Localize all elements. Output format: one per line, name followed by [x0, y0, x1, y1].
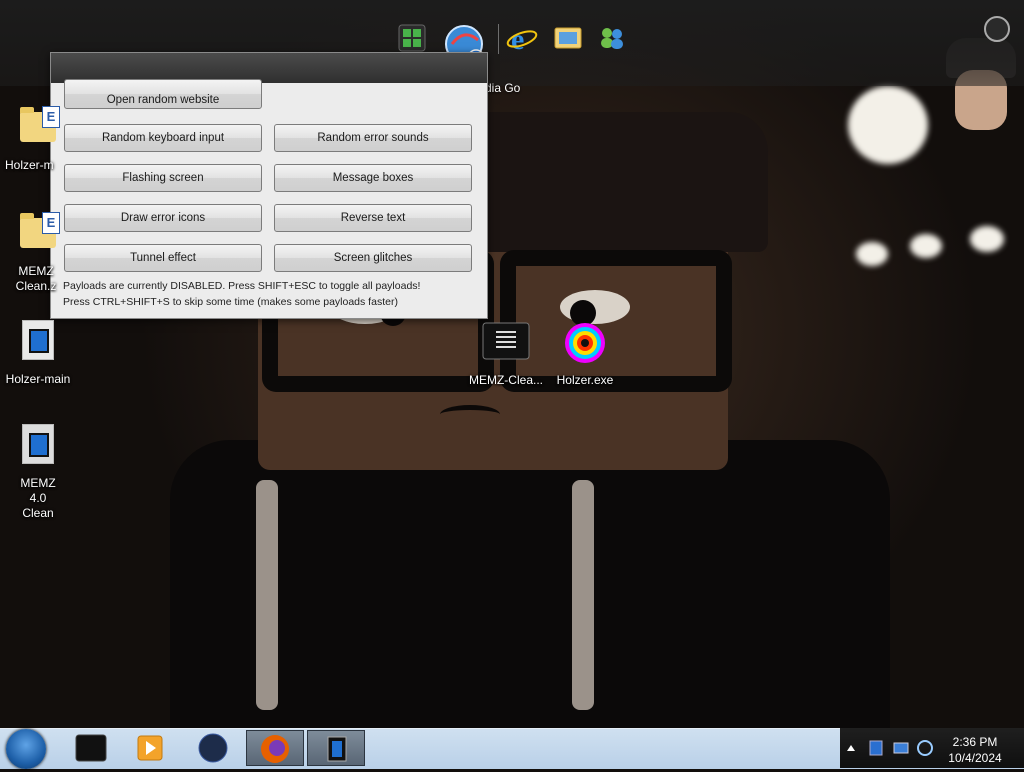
folder-icon: E — [20, 212, 60, 248]
terminal-icon — [75, 734, 107, 762]
photo-viewer-icon[interactable] — [552, 22, 584, 54]
open-random-website-button[interactable]: Open random website — [64, 79, 262, 109]
wallpaper-drawstring — [572, 480, 594, 710]
payload-status-text: Payloads are currently DISABLED. Press S… — [63, 280, 421, 292]
media-player-icon — [137, 735, 163, 761]
tray-monitor-icon[interactable] — [892, 739, 910, 757]
taskbar-app-terminal[interactable] — [62, 730, 120, 766]
random-keyboard-input-button[interactable]: Random keyboard input — [64, 124, 262, 152]
wallpaper-mouth — [440, 405, 500, 424]
reverse-text-button[interactable]: Reverse text — [274, 204, 472, 232]
clock-time[interactable]: 2:36 PM — [940, 735, 1010, 749]
desktop-icon-label: Holzer-m — [5, 158, 54, 172]
tray-network-icon[interactable] — [868, 739, 884, 757]
desktop-icon-memz-clean-exe[interactable]: MEMZ-Clea... — [466, 322, 546, 388]
taskbar-app-firefox-blue[interactable] — [184, 730, 242, 766]
tray-volume-icon[interactable] — [916, 739, 934, 757]
screen-glitches-button[interactable]: Screen glitches — [274, 244, 472, 272]
clock-date[interactable]: 10/4/2024 — [940, 751, 1010, 765]
wallpaper-light — [970, 226, 1004, 252]
firefox-dark-icon — [198, 733, 228, 763]
desktop-icon-memz-clean[interactable]: MEMZ 4.0 Clean — [0, 424, 78, 521]
desktop-icon-label: Holzer-main — [5, 372, 71, 386]
console-icon — [482, 322, 530, 360]
desktop-icon-holzer-main[interactable]: Holzer-main — [0, 320, 78, 387]
memz-payload-dialog: Open random website Random keyboard inpu… — [50, 52, 488, 319]
flashing-screen-button[interactable]: Flashing screen — [64, 164, 262, 192]
gadget-toolbox-icon[interactable] — [984, 16, 1010, 42]
desktop-icon-label: MEMZ Clean.z — [15, 264, 57, 293]
dock-separator — [498, 24, 499, 54]
random-error-sounds-button[interactable]: Random error sounds — [274, 124, 472, 152]
application-icon — [22, 320, 54, 360]
start-button-icon[interactable] — [6, 729, 46, 769]
desktop-icon-holzer-folder[interactable]: E Holzer-m — [0, 106, 78, 173]
calculator-icon[interactable] — [396, 22, 428, 54]
desktop-icon-memz-clean-zip[interactable]: E MEMZ Clean.z — [0, 212, 78, 294]
application-icon — [22, 424, 54, 464]
firefox-icon — [261, 735, 289, 763]
taskbar-app-memz[interactable] — [307, 730, 365, 766]
desktop-icon-label: MEMZ 4.0 Clean — [20, 476, 56, 520]
desktop-icon-label: Holzer.exe — [556, 373, 614, 387]
wallpaper-light — [848, 86, 928, 164]
internet-explorer-icon[interactable]: e — [506, 22, 538, 54]
wallpaper-light — [856, 242, 888, 266]
wallpaper-light — [910, 234, 942, 258]
wallpaper-drawstring — [256, 480, 278, 710]
folder-icon: E — [20, 106, 60, 142]
wallpaper-hoodie — [170, 440, 890, 740]
show-hidden-icons-icon[interactable] — [844, 740, 858, 756]
desktop-icon-label: MEMZ-Clea... — [468, 373, 543, 387]
draw-error-icons-button[interactable]: Draw error icons — [64, 204, 262, 232]
taskbar-app-media-player[interactable] — [122, 730, 180, 766]
svg-text:e: e — [511, 23, 524, 54]
taskbar-app-firefox[interactable] — [246, 730, 304, 766]
rainbow-spiral-icon — [565, 323, 605, 363]
skip-time-hint-text: Press CTRL+SHIFT+S to skip some time (ma… — [63, 296, 398, 308]
tunnel-effect-button[interactable]: Tunnel effect — [64, 244, 262, 272]
message-boxes-button[interactable]: Message boxes — [274, 164, 472, 192]
messenger-icon[interactable] — [596, 22, 628, 54]
memz-app-icon — [327, 736, 347, 762]
desktop-icon-holzer-exe[interactable]: Holzer.exe — [545, 322, 625, 388]
